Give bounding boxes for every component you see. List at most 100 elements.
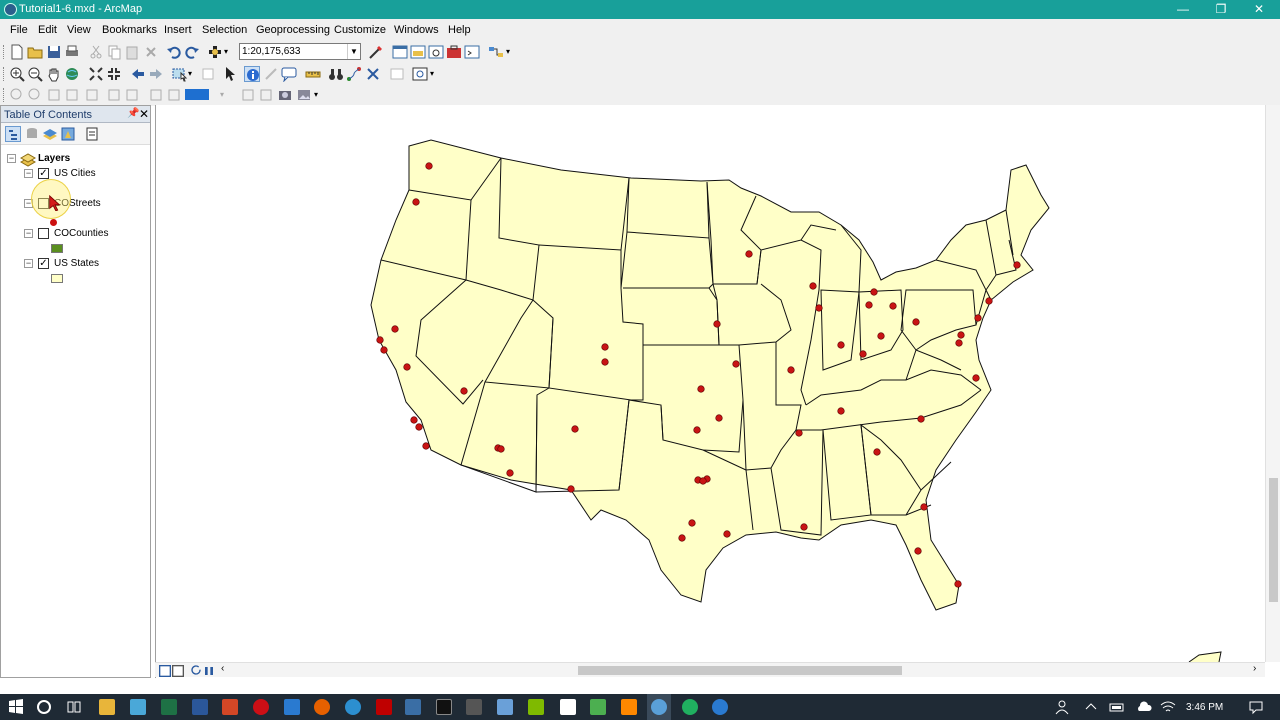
collapse-us-states-icon[interactable]: − xyxy=(24,259,33,268)
maximize-button[interactable]: ❐ xyxy=(1202,0,1240,19)
vertical-scroll-thumb[interactable] xyxy=(1269,478,1278,602)
city-point[interactable] xyxy=(873,448,881,456)
city-point[interactable] xyxy=(412,198,420,206)
list-by-selection-icon[interactable] xyxy=(60,126,76,142)
city-point[interactable] xyxy=(425,162,433,170)
zoom-out-icon[interactable] xyxy=(27,66,43,82)
city-point[interactable] xyxy=(954,580,962,588)
arcmap-taskbar-button[interactable] xyxy=(647,694,671,720)
copy-icon[interactable] xyxy=(106,44,122,60)
toolbar-options-icon[interactable]: ▾ xyxy=(506,44,514,60)
list-by-visibility-icon[interactable] xyxy=(42,126,58,142)
undo-icon[interactable] xyxy=(166,44,182,60)
cortana-search-icon[interactable] xyxy=(36,699,52,715)
city-point[interactable] xyxy=(410,416,418,424)
collapse-layers-icon[interactable]: − xyxy=(7,154,16,163)
go-to-xy-icon[interactable] xyxy=(365,66,381,82)
city-point[interactable] xyxy=(688,519,696,527)
media-player-icon[interactable] xyxy=(560,699,576,715)
new-document-icon[interactable] xyxy=(9,44,25,60)
city-point[interactable] xyxy=(837,407,845,415)
disabled-tool-icon[interactable] xyxy=(148,87,164,103)
city-point[interactable] xyxy=(699,477,707,485)
menu-view[interactable]: View xyxy=(67,24,91,36)
us-cities-checkbox[interactable]: ✓ xyxy=(38,168,49,179)
city-point[interactable] xyxy=(859,350,867,358)
city-point[interactable] xyxy=(571,425,579,433)
city-point[interactable] xyxy=(601,358,609,366)
city-point[interactable] xyxy=(957,331,965,339)
save-icon[interactable] xyxy=(46,44,62,60)
delete-icon[interactable] xyxy=(143,44,159,60)
scroll-right-icon[interactable]: › xyxy=(1253,663,1263,675)
identify-icon[interactable] xyxy=(244,66,260,82)
us-map[interactable] xyxy=(156,105,1266,663)
city-point[interactable] xyxy=(376,336,384,344)
viewer-window-icon[interactable] xyxy=(412,66,428,82)
cut-icon[interactable] xyxy=(88,44,104,60)
app-icon[interactable] xyxy=(284,699,300,715)
menu-bookmarks[interactable]: Bookmarks xyxy=(102,24,157,36)
vlc-icon[interactable] xyxy=(621,699,637,715)
modelbuilder-icon[interactable] xyxy=(488,44,504,60)
forward-arrow-icon[interactable] xyxy=(148,66,164,82)
disabled-tool-icon[interactable] xyxy=(258,87,274,103)
menu-selection[interactable]: Selection xyxy=(202,24,247,36)
disabled-tool-icon[interactable] xyxy=(240,87,256,103)
menu-file[interactable]: File xyxy=(10,24,28,36)
catalog-window-icon[interactable] xyxy=(410,44,426,60)
menu-insert[interactable]: Insert xyxy=(164,24,192,36)
cocounties-checkbox[interactable] xyxy=(38,228,49,239)
battery-icon[interactable] xyxy=(1109,699,1125,715)
city-point[interactable] xyxy=(920,503,928,511)
city-point[interactable] xyxy=(460,387,468,395)
disabled-tool-icon[interactable] xyxy=(166,87,182,103)
city-point[interactable] xyxy=(497,445,505,453)
city-point[interactable] xyxy=(697,385,705,393)
city-point[interactable] xyxy=(601,343,609,351)
menu-edit[interactable]: Edit xyxy=(38,24,57,36)
us-cities-symbol[interactable] xyxy=(50,219,57,226)
app-icon[interactable] xyxy=(528,699,544,715)
city-point[interactable] xyxy=(985,297,993,305)
layer-label-us-states[interactable]: US States xyxy=(54,258,99,269)
wifi-icon[interactable] xyxy=(1160,699,1176,715)
terminal-icon[interactable] xyxy=(436,699,452,715)
toolbar-options-icon[interactable]: ▾ xyxy=(430,66,438,82)
pin-icon[interactable]: 📌 xyxy=(127,108,139,119)
zoom-in-icon[interactable] xyxy=(9,66,25,82)
toc-close-icon[interactable]: ✕ xyxy=(139,107,149,121)
windows-start-icon[interactable] xyxy=(8,699,24,715)
city-point[interactable] xyxy=(877,332,885,340)
city-point[interactable] xyxy=(380,346,388,354)
cocounties-symbol[interactable] xyxy=(51,244,63,253)
city-point[interactable] xyxy=(809,282,817,290)
toc-options-icon[interactable] xyxy=(84,126,100,142)
list-by-source-icon[interactable] xyxy=(24,126,40,142)
menu-windows[interactable]: Windows xyxy=(394,24,439,36)
pause-drawing-icon[interactable] xyxy=(201,663,213,675)
editor-toolbar-icon[interactable] xyxy=(368,44,384,60)
disabled-tool-icon[interactable] xyxy=(46,87,62,103)
pan-hand-icon[interactable] xyxy=(46,66,62,82)
city-point[interactable] xyxy=(815,304,823,312)
paste-icon[interactable] xyxy=(124,44,140,60)
word-icon[interactable] xyxy=(192,699,208,715)
layers-root-label[interactable]: Layers xyxy=(38,153,70,164)
toolbar-grip[interactable] xyxy=(3,67,6,81)
python-window-icon[interactable] xyxy=(464,44,480,60)
toolbar-options-icon[interactable]: ▾ xyxy=(314,87,322,103)
toc-window-icon[interactable] xyxy=(392,44,408,60)
layer-label-us-cities[interactable]: US Cities xyxy=(54,168,96,179)
city-point[interactable] xyxy=(787,366,795,374)
map-scale-combo[interactable]: 1:20,175,633 ▼ xyxy=(239,43,361,60)
find-binoculars-icon[interactable] xyxy=(328,66,344,82)
city-point[interactable] xyxy=(506,469,514,477)
fixed-zoom-in-icon[interactable] xyxy=(88,66,104,82)
city-point[interactable] xyxy=(972,374,980,382)
people-icon[interactable] xyxy=(1054,699,1070,715)
city-point[interactable] xyxy=(422,442,430,450)
menu-customize[interactable]: Customize xyxy=(334,24,386,36)
city-point[interactable] xyxy=(715,414,723,422)
map-display[interactable] xyxy=(155,105,1280,678)
